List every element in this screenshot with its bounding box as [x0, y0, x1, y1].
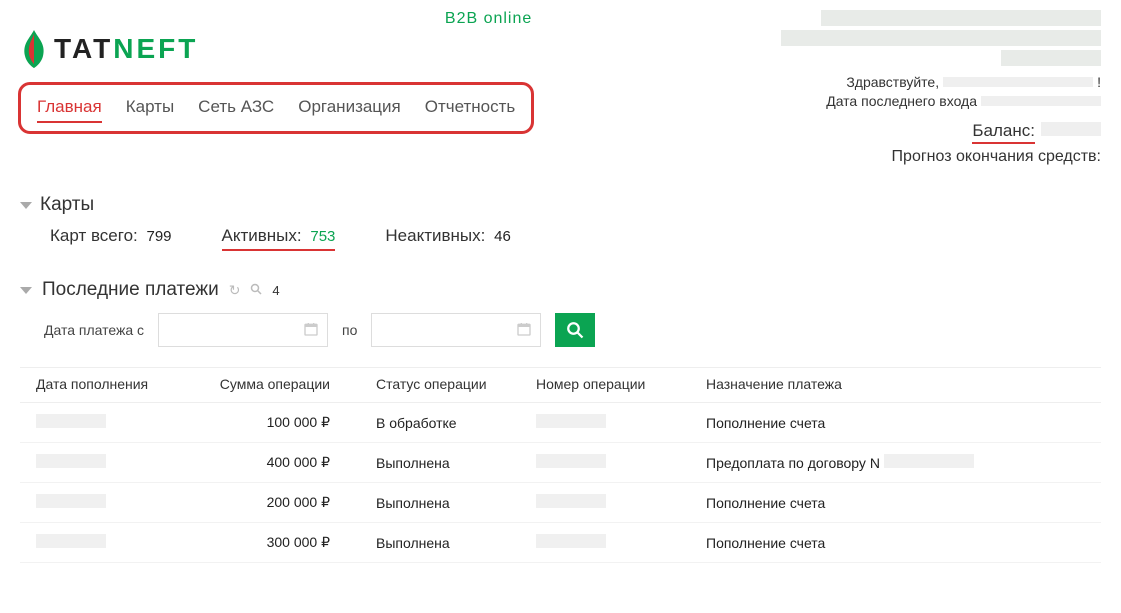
hello-label: Здравствуйте,: [846, 74, 939, 90]
logo-part1: TAT: [54, 33, 113, 64]
table-row: 400 000 ₽Выполнена Предоплата по договору…: [20, 443, 1101, 483]
nav-tabs: Главная Карты Сеть АЗС Организация Отчет…: [18, 82, 534, 134]
date-to-input[interactable]: [371, 313, 541, 347]
logo-part2: NEFT: [113, 33, 198, 64]
nav-main[interactable]: Главная: [37, 93, 102, 123]
amount-cell: 200 000 ₽: [200, 483, 360, 523]
date-from-input[interactable]: [158, 313, 328, 347]
nav-organization[interactable]: Организация: [298, 93, 401, 123]
date-redacted: [36, 454, 106, 468]
col-number: Номер операции: [520, 368, 690, 403]
search-icon[interactable]: [250, 282, 262, 298]
col-date: Дата пополнения: [20, 368, 200, 403]
user-info-redacted: [721, 10, 1101, 66]
search-button[interactable]: [555, 313, 595, 347]
col-purpose: Назначение платежа: [690, 368, 1101, 403]
flame-icon: [18, 28, 50, 70]
cards-total-label: Карт всего:: [50, 226, 138, 245]
calendar-icon: [516, 321, 532, 340]
collapse-icon: [20, 287, 32, 294]
status-cell: В обработке: [360, 403, 520, 443]
date-redacted: [36, 494, 106, 508]
nav-reports[interactable]: Отчетность: [425, 93, 516, 123]
b2b-label: B2B online: [18, 10, 534, 28]
payments-section-header[interactable]: Последние платежи ↻ 4: [20, 279, 1101, 301]
refresh-icon[interactable]: ↻: [229, 282, 241, 299]
status-cell: Выполнена: [360, 523, 520, 563]
number-redacted: [536, 454, 606, 468]
logo[interactable]: TATNEFT: [18, 28, 534, 70]
date-redacted: [36, 414, 106, 428]
amount-cell: 400 000 ₽: [200, 443, 360, 483]
table-row: 200 000 ₽Выполнена Пополнение счета: [20, 483, 1101, 523]
cards-title: Карты: [40, 194, 94, 216]
calendar-icon: [303, 321, 319, 340]
hello-exclaim: !: [1097, 74, 1101, 90]
balance-value-redacted: [1041, 122, 1101, 136]
purpose-cell: Пополнение счета: [690, 483, 1101, 523]
payments-count: 4: [272, 283, 279, 298]
search-icon: [566, 321, 584, 339]
cards-inactive-label: Неактивных:: [385, 226, 485, 245]
number-redacted: [536, 534, 606, 548]
cards-section-header[interactable]: Карты: [20, 194, 1101, 216]
status-cell: Выполнена: [360, 483, 520, 523]
number-redacted: [536, 414, 606, 428]
table-row: 100 000 ₽В обработке Пополнение счета: [20, 403, 1101, 443]
user-name-redacted: [943, 77, 1093, 87]
cards-active-label: Активных:: [222, 226, 302, 245]
col-status: Статус операции: [360, 368, 520, 403]
cards-active-value: 753: [310, 228, 335, 245]
status-cell: Выполнена: [360, 443, 520, 483]
date-from-label: Дата платежа с: [44, 322, 144, 338]
last-login-redacted: [981, 96, 1101, 106]
balance-label: Баланс:: [972, 121, 1035, 144]
nav-stations[interactable]: Сеть АЗС: [198, 93, 274, 123]
cards-total-value: 799: [146, 228, 171, 245]
collapse-icon: [20, 202, 32, 209]
amount-cell: 300 000 ₽: [200, 523, 360, 563]
purpose-cell: Предоплата по договору N: [690, 443, 1101, 483]
table-row: 300 000 ₽Выполнена Пополнение счета: [20, 523, 1101, 563]
date-redacted: [36, 534, 106, 548]
number-redacted: [536, 494, 606, 508]
nav-cards[interactable]: Карты: [126, 93, 174, 123]
col-amount: Сумма операции: [200, 368, 360, 403]
amount-cell: 100 000 ₽: [200, 403, 360, 443]
purpose-cell: Пополнение счета: [690, 523, 1101, 563]
cards-inactive-value: 46: [494, 228, 511, 245]
last-login-label: Дата последнего входа: [826, 93, 977, 109]
forecast-label: Прогноз окончания средств:: [721, 148, 1101, 166]
payments-table: Дата пополнения Сумма операции Статус оп…: [20, 367, 1101, 563]
payments-title: Последние платежи: [42, 279, 219, 301]
date-to-label: по: [342, 322, 357, 338]
purpose-cell: Пополнение счета: [690, 403, 1101, 443]
